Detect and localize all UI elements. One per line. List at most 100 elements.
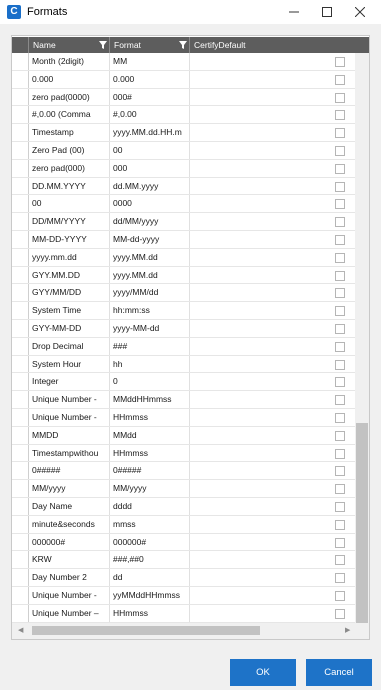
certifydefault-checkbox[interactable] [335, 270, 345, 281]
table-row[interactable]: DD/MM/YYYY dd/MM/yyyy [12, 213, 355, 231]
name-cell[interactable]: MM-DD-YYYY [29, 231, 110, 248]
certifydefault-checkbox[interactable] [335, 484, 345, 495]
row-header[interactable] [12, 515, 29, 533]
certifydefault-checkbox[interactable] [335, 128, 345, 139]
certifydefault-checkbox[interactable] [335, 448, 345, 459]
table-row[interactable]: Month (2digit) MM [12, 53, 355, 71]
certifydefault-checkbox[interactable] [335, 306, 345, 317]
table-row[interactable]: System Time hh:mm:ss [12, 302, 355, 320]
format-cell[interactable]: HHmmss [110, 409, 190, 426]
maximize-button[interactable] [310, 0, 344, 24]
row-header[interactable] [12, 533, 29, 551]
format-cell[interactable]: 0##### [110, 462, 190, 480]
certifydefault-checkbox[interactable] [335, 217, 345, 228]
certifydefault-checkbox[interactable] [335, 359, 345, 370]
row-header[interactable] [12, 587, 29, 604]
cancel-button[interactable]: Cancel [306, 659, 372, 686]
scroll-right-arrow-icon[interactable]: ▶ [345, 627, 350, 635]
format-cell[interactable]: yyyy.MM.dd [110, 248, 190, 266]
certifydefault-checkbox[interactable] [335, 146, 345, 156]
table-row[interactable]: 0##### 0##### [12, 462, 355, 481]
certifydefault-checkbox[interactable] [335, 341, 345, 352]
table-row[interactable]: GYY.MM.DD yyyy.MM.dd [12, 266, 355, 285]
certifydefault-checkbox[interactable] [335, 377, 345, 388]
table-row[interactable]: GYY/MM/DD yyyy/MM/dd [12, 284, 355, 303]
row-header[interactable] [12, 248, 29, 266]
format-cell[interactable]: MM-dd-yyyy [110, 231, 190, 248]
row-header[interactable] [12, 177, 29, 195]
name-cell[interactable]: zero pad(000) [29, 159, 110, 177]
row-header[interactable] [12, 569, 29, 586]
format-cell[interactable]: ###,##0 [110, 551, 190, 569]
certifydefault-checkbox[interactable] [335, 92, 345, 103]
minimize-button[interactable] [277, 0, 311, 24]
format-cell[interactable]: 0000 [110, 195, 190, 213]
table-row[interactable]: 0.000 0.000 [12, 70, 355, 89]
certifydefault-checkbox[interactable] [335, 608, 345, 619]
row-header[interactable] [12, 231, 29, 248]
certifydefault-checkbox[interactable] [335, 413, 345, 423]
name-cell[interactable]: MMDD [29, 426, 110, 444]
name-cell[interactable]: Month (2digit) [29, 53, 110, 70]
table-row[interactable]: 000000# 000000# [12, 533, 355, 552]
table-row[interactable]: GYY-MM-DD yyyy-MM-dd [12, 320, 355, 338]
table-row[interactable]: zero pad(0000) 000# [12, 88, 355, 107]
certifydefault-checkbox[interactable] [335, 502, 345, 512]
format-cell[interactable]: HHmmss [110, 444, 190, 462]
name-cell[interactable]: zero pad(0000) [29, 88, 110, 106]
format-cell[interactable]: hh [110, 355, 190, 373]
table-row[interactable]: DD.MM.YYYY dd.MM.yyyy [12, 177, 355, 196]
format-cell[interactable]: 00 [110, 142, 190, 159]
format-cell[interactable]: yyyy-MM-dd [110, 320, 190, 337]
format-cell[interactable]: MM [110, 53, 190, 70]
format-cell[interactable]: 000 [110, 159, 190, 177]
table-row[interactable]: KRW ###,##0 [12, 551, 355, 570]
row-header[interactable] [12, 266, 29, 284]
table-row[interactable]: Unique Number - yyMMddHHmmss [12, 587, 355, 605]
certifydefault-checkbox[interactable] [335, 466, 345, 477]
row-header[interactable] [12, 213, 29, 230]
name-cell[interactable]: Zero Pad (00) [29, 142, 110, 159]
table-row[interactable]: System Hour hh [12, 355, 355, 374]
name-cell[interactable]: Integer [29, 373, 110, 391]
name-cell[interactable]: KRW [29, 551, 110, 569]
name-cell[interactable]: Day Name [29, 498, 110, 515]
name-cell[interactable]: System Hour [29, 355, 110, 373]
format-cell[interactable]: HHmmss [110, 604, 190, 622]
row-header[interactable] [12, 284, 29, 302]
name-cell[interactable]: System Time [29, 302, 110, 319]
certifydefault-checkbox[interactable] [335, 57, 345, 67]
table-row[interactable]: #,0.00 (Comma #,0.00 [12, 106, 355, 125]
certifydefault-checkbox[interactable] [335, 519, 345, 530]
name-cell[interactable]: yyyy.mm.dd [29, 248, 110, 266]
certifydefault-checkbox[interactable] [335, 555, 345, 566]
format-cell[interactable]: dd/MM/yyyy [110, 213, 190, 230]
name-cell[interactable]: #,0.00 (Comma [29, 106, 110, 124]
table-row[interactable]: MMDD MMdd [12, 426, 355, 445]
format-cell[interactable]: MMdd [110, 426, 190, 444]
name-cell[interactable]: 0##### [29, 462, 110, 480]
certifydefault-checkbox[interactable] [335, 537, 345, 548]
row-header[interactable] [12, 355, 29, 373]
format-cell[interactable]: yyyy/MM/dd [110, 284, 190, 302]
name-cell[interactable]: Unique Number - [29, 391, 110, 408]
name-cell[interactable]: minute&seconds [29, 515, 110, 533]
format-cell[interactable]: hh:mm:ss [110, 302, 190, 319]
certifydefault-checkbox[interactable] [335, 430, 345, 441]
certifydefault-checkbox[interactable] [335, 110, 345, 121]
row-header[interactable] [12, 551, 29, 569]
certifydefault-checkbox[interactable] [335, 288, 345, 299]
filter-icon[interactable] [99, 41, 107, 49]
certifydefault-checkbox[interactable] [335, 324, 345, 334]
name-cell[interactable]: GYY/MM/DD [29, 284, 110, 302]
certifydefault-checkbox[interactable] [335, 252, 345, 263]
vertical-scroll-thumb[interactable] [356, 423, 368, 623]
table-row[interactable]: Day Name dddd [12, 498, 355, 516]
format-cell[interactable]: #,0.00 [110, 106, 190, 124]
ok-button[interactable]: OK [230, 659, 296, 686]
row-header[interactable] [12, 106, 29, 124]
table-row[interactable]: Zero Pad (00) 00 [12, 142, 355, 160]
column-header-name[interactable]: Name [29, 37, 110, 53]
name-cell[interactable]: Day Number 2 [29, 569, 110, 586]
table-row[interactable]: Drop Decimal ### [12, 337, 355, 356]
